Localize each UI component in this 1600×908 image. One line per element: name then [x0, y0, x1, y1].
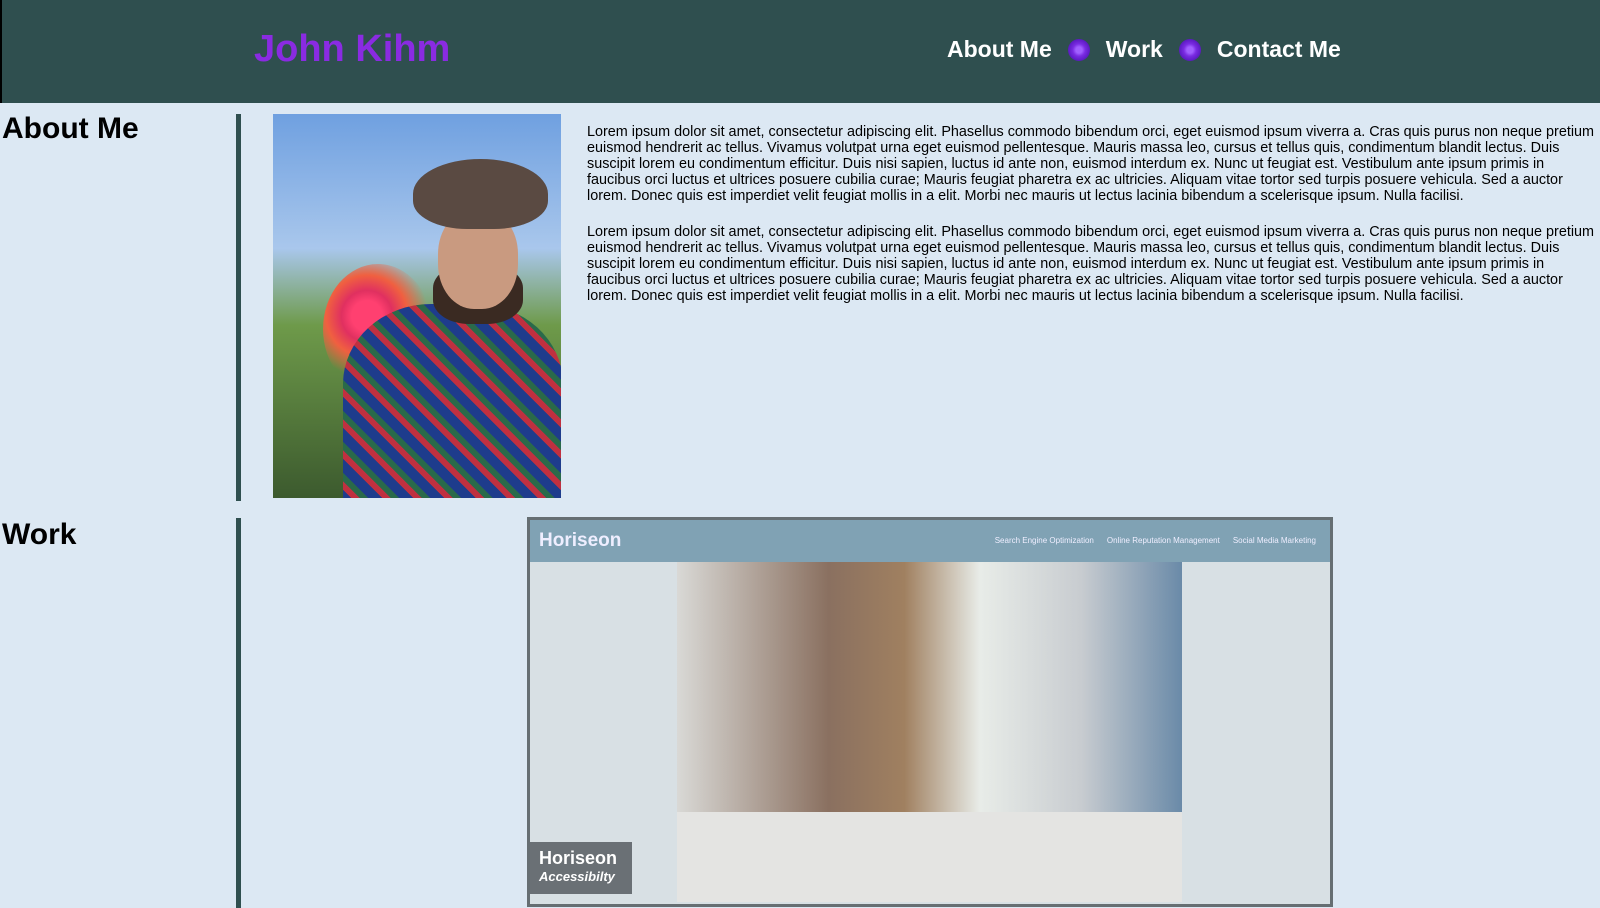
- site-header: John Kihm About Me Work Contact Me: [0, 0, 1600, 103]
- about-paragraph: Lorem ipsum dolor sit amet, consectetur …: [587, 124, 1595, 204]
- spiral-icon: [1178, 38, 1201, 61]
- project-site-nav: Search Engine Optimization Online Reputa…: [995, 536, 1316, 545]
- project-site-logo: Horiseon: [539, 530, 622, 551]
- section-divider: [236, 114, 241, 501]
- about-me-heading: About Me: [2, 112, 139, 145]
- about-text: Lorem ipsum dolor sit amet, consectetur …: [587, 124, 1597, 324]
- project-nav-item: Social Media Marketing: [1232, 536, 1316, 545]
- section-divider: [236, 518, 241, 908]
- profile-photo: [273, 114, 561, 498]
- spiral-icon: [1067, 38, 1090, 61]
- project-nav-item: Search Engine Optimization: [994, 536, 1094, 545]
- project-label-title: Horiseon: [539, 848, 618, 868]
- project-horiseon[interactable]: Horiseon Search Engine Optimization Onli…: [527, 517, 1333, 907]
- project-screenshot-header: Horiseon Search Engine Optimization Onli…: [530, 520, 1330, 562]
- project-label[interactable]: Horiseon Accessibilty: [530, 842, 632, 894]
- nav-work[interactable]: Work: [1106, 36, 1163, 63]
- work-heading: Work: [2, 518, 77, 551]
- about-paragraph: Lorem ipsum dolor sit amet, consectetur …: [587, 224, 1595, 304]
- main-nav: About Me Work Contact Me: [947, 36, 1341, 63]
- project-nav-item: Online Reputation Management: [1106, 536, 1220, 545]
- nav-about-me[interactable]: About Me: [947, 36, 1052, 63]
- project-label-subtitle: Accessibilty: [539, 869, 615, 884]
- project-hero-image: [677, 562, 1182, 902]
- site-logo[interactable]: John Kihm: [254, 28, 450, 71]
- nav-contact-me[interactable]: Contact Me: [1217, 36, 1341, 63]
